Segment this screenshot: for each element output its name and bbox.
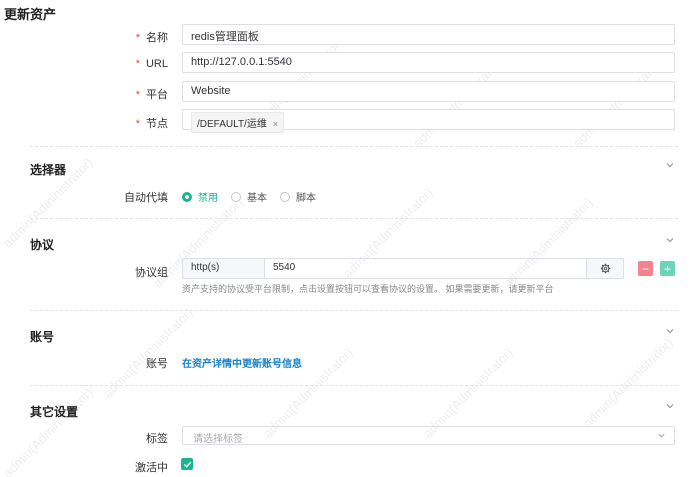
chevron-down-icon[interactable]	[665, 160, 675, 170]
protocol-select[interactable]: http(s)	[182, 258, 264, 279]
add-protocol-button[interactable]: +	[660, 261, 675, 276]
watermark: admin(Administrator)	[100, 304, 196, 401]
labels-label: 标签	[146, 433, 168, 445]
protocol-settings-button[interactable]	[586, 258, 624, 279]
watermark: admin(Administrator)	[580, 334, 676, 431]
chevron-down-icon[interactable]	[665, 235, 675, 245]
page-title: 更新资产	[4, 7, 57, 22]
protocol-hint: 资产支持的协议受平台限制，点击设置按钮可以查看协议的设置。 如果需要更新，请更新…	[182, 284, 554, 294]
active-label: 激活中	[135, 462, 168, 474]
active-checkbox[interactable]	[181, 458, 193, 470]
check-icon	[183, 461, 191, 468]
node-label: * 节点	[135, 118, 168, 130]
section-title-account: 账号	[30, 330, 55, 344]
protocol-group-label: 协议组	[135, 267, 168, 279]
url-label: * URL	[135, 58, 168, 70]
divider	[30, 218, 678, 219]
update-account-link[interactable]: 在资产详情中更新账号信息	[182, 355, 302, 370]
gear-icon	[600, 263, 610, 274]
platform-label: * 平台	[135, 89, 168, 101]
section-title-protocol: 协议	[30, 238, 55, 252]
radio-dot	[231, 191, 241, 202]
chevron-down-icon[interactable]	[665, 401, 675, 411]
section-title-other: 其它设置	[30, 405, 79, 419]
divider	[30, 310, 678, 311]
autofill-radio-group: 禁用 基本 脚本	[182, 189, 329, 204]
node-tag: /DEFAULT/运维 ×	[191, 112, 285, 133]
platform-select[interactable]: Website	[182, 81, 675, 102]
autofill-label: 自动代填	[124, 192, 168, 204]
node-select[interactable]: /DEFAULT/运维 ×	[182, 109, 675, 133]
port-input[interactable]: 5540	[264, 258, 586, 279]
chevron-down-icon	[657, 431, 666, 443]
account-label: 账号	[146, 358, 168, 370]
name-label: * 名称	[135, 32, 168, 44]
remove-protocol-button[interactable]: −	[638, 261, 653, 276]
radio-disabled[interactable]: 禁用	[182, 189, 218, 204]
radio-basic[interactable]: 基本	[231, 189, 267, 204]
divider	[30, 146, 678, 147]
labels-select[interactable]: 请选择标签	[182, 426, 675, 445]
name-input[interactable]: redis管理面板	[182, 24, 675, 45]
radio-dot	[182, 191, 192, 202]
url-input[interactable]: http://127.0.0.1:5540	[182, 52, 675, 73]
tag-remove-icon[interactable]: ×	[273, 119, 278, 129]
chevron-down-icon[interactable]	[665, 326, 675, 336]
labels-placeholder: 请选择标签	[193, 434, 243, 445]
section-title-selector: 选择器	[30, 163, 67, 177]
divider	[30, 385, 678, 386]
radio-dot	[280, 191, 290, 202]
radio-script[interactable]: 脚本	[280, 189, 316, 204]
